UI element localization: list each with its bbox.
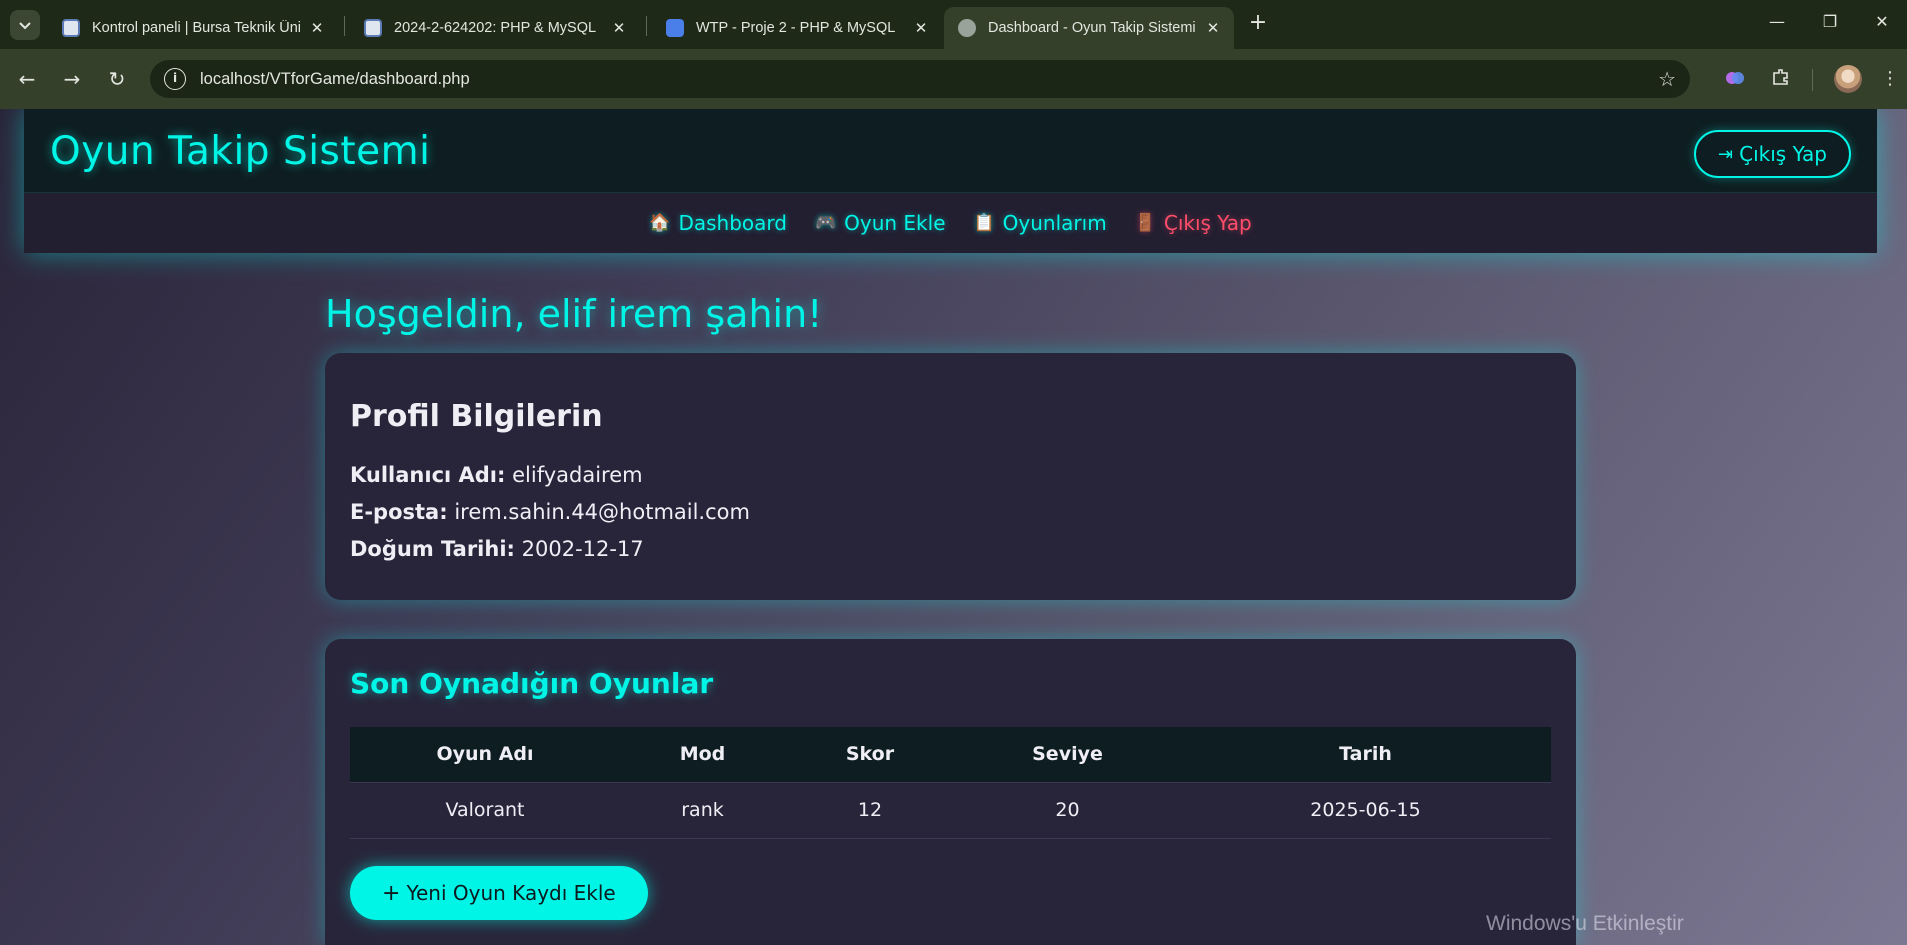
nav-logout[interactable]: 🚪 Çıkış Yap <box>1135 211 1252 235</box>
sign-out-icon: ⇥ <box>1718 143 1734 165</box>
site-header: Oyun Takip Sistemi ⇥ Çıkış Yap 🏠 Dashboa… <box>24 109 1877 253</box>
email-label: E-posta: <box>350 500 448 524</box>
gamepad-icon: 🎮 <box>814 213 837 233</box>
new-tab-button[interactable]: + <box>1246 12 1270 36</box>
url-text[interactable]: localhost/VTforGame/dashboard.php <box>200 70 470 89</box>
main-nav: 🏠 Dashboard 🎮 Oyun Ekle 📋 Oyunlarım 🚪 Çı… <box>24 193 1877 253</box>
extensions-puzzle-icon[interactable] <box>1769 67 1793 91</box>
add-game-record-button[interactable]: + Yeni Oyun Kaydı Ekle <box>350 866 648 920</box>
birthdate-value: 2002-12-17 <box>521 537 644 561</box>
nav-label: Oyunlarım <box>1002 211 1107 235</box>
profile-card: Profil Bilgilerin Kullanıcı Adı: elifyad… <box>325 353 1576 600</box>
menu-kebab-icon[interactable]: ⋮ <box>1878 67 1902 91</box>
column-header: Skor <box>785 727 955 782</box>
recent-games-card: Son Oynadığın Oyunlar Oyun Adı Mod Skor … <box>325 639 1576 945</box>
add-game-record-label: Yeni Oyun Kaydı Ekle <box>406 881 616 905</box>
bookmark-star-icon[interactable]: ☆ <box>1658 67 1676 91</box>
google-docs-icon <box>666 19 684 37</box>
table-cell: 20 <box>955 781 1180 839</box>
university-favicon-icon <box>62 19 80 37</box>
column-header: Oyun Adı <box>350 727 620 782</box>
site-info-icon[interactable]: i <box>164 68 186 90</box>
table-header-row: Oyun Adı Mod Skor Seviye Tarih <box>350 727 1551 782</box>
close-icon[interactable]: ✕ <box>308 19 326 37</box>
username-label: Kullanıcı Adı: <box>350 463 506 487</box>
browser-toolbar: ← → ↻ i localhost/VTforGame/dashboard.ph… <box>0 49 1907 109</box>
house-icon: 🏠 <box>649 213 671 233</box>
address-bar[interactable]: i localhost/VTforGame/dashboard.php ☆ <box>150 60 1690 98</box>
profile-avatar[interactable] <box>1834 65 1862 93</box>
column-header: Tarih <box>1180 727 1551 782</box>
nav-add-game[interactable]: 🎮 Oyun Ekle <box>815 211 946 235</box>
clipboard-icon: 📋 <box>973 213 995 233</box>
forward-icon[interactable]: → <box>57 64 87 94</box>
toolbar-divider <box>1812 69 1813 91</box>
table-cell: 2025-06-15 <box>1180 781 1551 839</box>
recent-games-table: Oyun Adı Mod Skor Seviye Tarih Valorant … <box>350 727 1551 839</box>
table-cell: rank <box>620 781 785 839</box>
extension-brain-icon[interactable] <box>1723 67 1747 91</box>
nav-my-games[interactable]: 📋 Oyunlarım <box>974 211 1107 235</box>
column-header: Mod <box>620 727 785 782</box>
recent-games-heading: Son Oynadığın Oyunlar <box>350 667 714 700</box>
tab-divider <box>646 16 647 36</box>
table-cell: Valorant <box>350 781 620 839</box>
email-row: E-posta: irem.sahin.44@hotmail.com <box>350 500 750 524</box>
chevron-down-icon <box>19 22 31 30</box>
table-row: Valorant rank 12 20 2025-06-15 <box>350 781 1551 839</box>
minimize-icon[interactable]: — <box>1765 12 1789 36</box>
username-value: elifyadairem <box>512 463 643 487</box>
nav-label: Çıkış Yap <box>1163 211 1252 235</box>
birthdate-label: Doğum Tarihi: <box>350 537 515 561</box>
browser-tab[interactable]: Kontrol paneli | Bursa Teknik Üniversite… <box>48 7 338 49</box>
restore-icon[interactable]: ❐ <box>1818 12 1842 36</box>
header-top: Oyun Takip Sistemi ⇥ Çıkış Yap <box>24 109 1877 193</box>
browser-tab[interactable]: 2024-2-624202: PHP & MySQL ✕ <box>350 7 640 49</box>
username-row: Kullanıcı Adı: elifyadairem <box>350 463 643 487</box>
close-icon[interactable]: ✕ <box>610 19 628 37</box>
browser-tab-active[interactable]: Dashboard - Oyun Takip Sistemi ✕ <box>944 7 1234 49</box>
back-icon[interactable]: ← <box>12 64 42 94</box>
university-favicon-icon <box>364 19 382 37</box>
welcome-heading: Hoşgeldin, elif irem şahin! <box>325 292 823 336</box>
plus-icon: + <box>382 880 401 906</box>
nav-label: Oyun Ekle <box>844 211 946 235</box>
column-header: Seviye <box>955 727 1180 782</box>
browser-tab[interactable]: WTP - Proje 2 - PHP & MySQL ✕ <box>652 7 942 49</box>
table-cell: 12 <box>785 781 955 839</box>
nav-dashboard[interactable]: 🏠 Dashboard <box>649 211 787 235</box>
browser-tab-strip: Kontrol paneli | Bursa Teknik Üniversite… <box>0 0 1907 49</box>
close-icon[interactable]: ✕ <box>912 19 930 37</box>
tab-search-button[interactable] <box>10 10 40 40</box>
close-window-icon[interactable]: ✕ <box>1870 12 1894 36</box>
tab-divider <box>344 16 345 36</box>
windows-activation-watermark: Windows'u Etkinleştir <box>1486 912 1684 935</box>
logout-label: Çıkış Yap <box>1739 142 1827 166</box>
site-title[interactable]: Oyun Takip Sistemi <box>50 129 430 174</box>
page-viewport: Oyun Takip Sistemi ⇥ Çıkış Yap 🏠 Dashboa… <box>0 109 1907 945</box>
reload-icon[interactable]: ↻ <box>102 64 132 94</box>
tab-title: 2024-2-624202: PHP & MySQL <box>394 20 597 36</box>
tab-title: Dashboard - Oyun Takip Sistemi <box>988 20 1196 36</box>
birthdate-row: Doğum Tarihi: 2002-12-17 <box>350 537 644 561</box>
close-icon[interactable]: ✕ <box>1204 19 1222 37</box>
tab-title: Kontrol paneli | Bursa Teknik Üniversite… <box>92 20 300 36</box>
email-value: irem.sahin.44@hotmail.com <box>454 500 750 524</box>
globe-icon <box>958 19 976 37</box>
tab-title: WTP - Proje 2 - PHP & MySQL <box>696 20 896 36</box>
logout-button[interactable]: ⇥ Çıkış Yap <box>1694 130 1851 178</box>
nav-label: Dashboard <box>678 211 787 235</box>
door-icon: 🚪 <box>1134 213 1156 233</box>
profile-heading: Profil Bilgilerin <box>350 399 603 434</box>
